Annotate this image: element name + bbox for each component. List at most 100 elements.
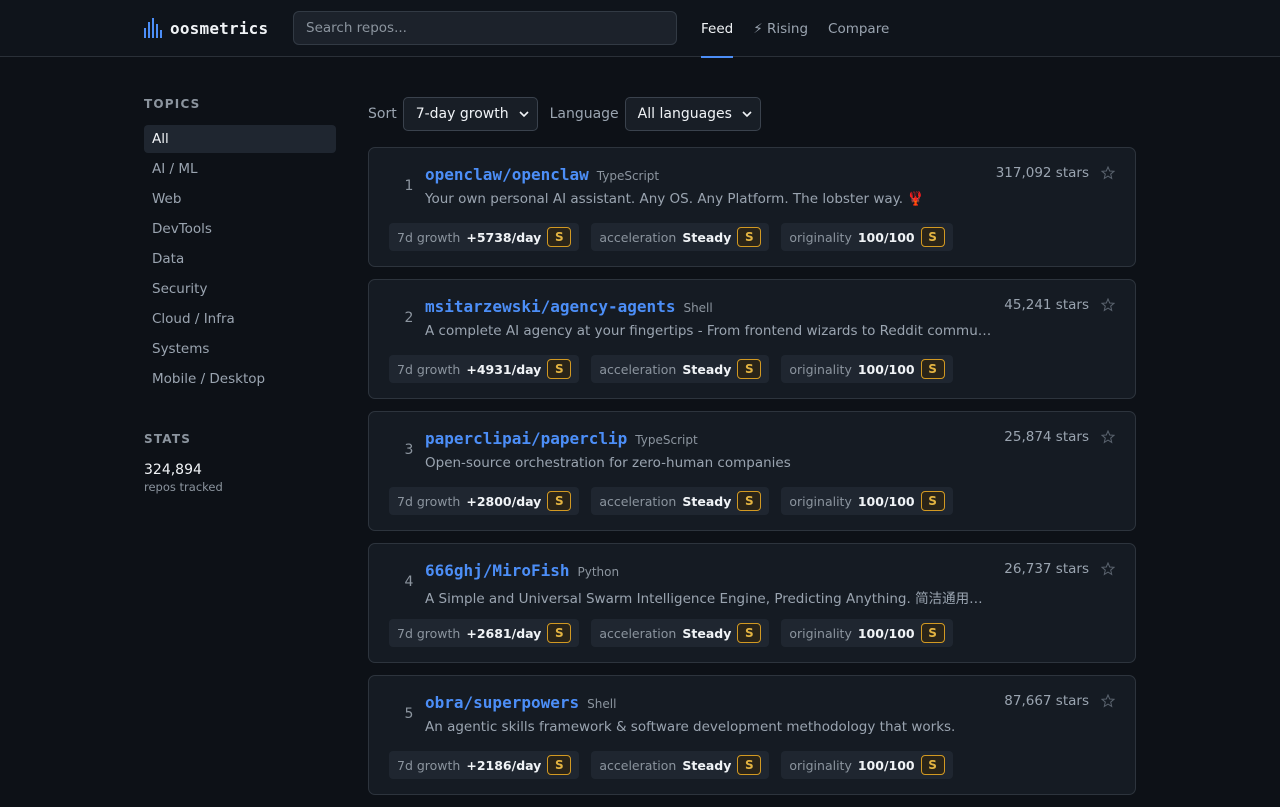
acceleration-value: Steady [682,229,732,245]
acceleration-label: acceleration [599,361,677,377]
growth-label: 7d growth [397,757,461,773]
originality-label: originality [789,625,852,641]
originality-metric: originality 100/100 S [781,223,953,251]
repo-language: TypeScript [635,433,698,447]
bar-chart-logo-icon [144,18,162,38]
repo-metrics: 7d growth +5738/day S acceleration Stead… [389,223,953,251]
repo-language: Shell [587,697,617,711]
acceleration-metric: acceleration Steady S [591,223,770,251]
language-select[interactable]: All languages [624,97,761,131]
repo-card: 5 obra/superpowers Shell An agentic skil… [368,675,1136,795]
repo-stars-row: 26,737 stars [1004,561,1115,577]
growth-grade-badge: S [547,623,572,643]
growth-value: +4931/day [466,361,542,377]
repo-rank: 5 [404,706,414,722]
star-icon[interactable] [1101,298,1115,312]
repo-card: 3 paperclipai/paperclip TypeScript Open-… [368,411,1136,531]
growth-value: +5738/day [466,229,542,245]
repo-language: Shell [683,301,713,315]
sort-label: Sort [368,106,397,122]
acceleration-label: acceleration [599,625,677,641]
originality-value: 100/100 [857,229,915,245]
repo-name-link[interactable]: obra/superpowers [425,693,579,712]
tab-rising[interactable]: ⚡ Rising [753,0,808,57]
logo-text: oosmetrics [170,18,269,38]
repo-stars-row: 45,241 stars [1004,297,1115,313]
star-icon[interactable] [1101,430,1115,444]
originality-metric: originality 100/100 S [781,487,953,515]
repo-title-row: paperclipai/paperclip TypeScript [425,429,698,448]
star-icon[interactable] [1101,694,1115,708]
acceleration-metric: acceleration Steady S [591,487,770,515]
originality-label: originality [789,229,852,245]
repo-stars-row: 87,667 stars [1004,693,1115,709]
chevron-down-icon [742,111,752,118]
search-input[interactable] [293,11,677,45]
topic-web[interactable]: Web [144,185,336,213]
acceleration-metric: acceleration Steady S [591,751,770,779]
growth-label: 7d growth [397,493,461,509]
growth-value: +2186/day [466,757,542,773]
growth-label: 7d growth [397,361,461,377]
repo-metrics: 7d growth +2800/day S acceleration Stead… [389,487,953,515]
topic-ai-ml[interactable]: AI / ML [144,155,336,183]
sort-select[interactable]: 7-day growth [402,97,538,131]
repos-tracked-label: repos tracked [144,480,223,494]
topic-systems[interactable]: Systems [144,335,336,363]
logo[interactable]: oosmetrics [144,16,268,40]
acceleration-grade-badge: S [737,359,762,379]
topic-data[interactable]: Data [144,245,336,273]
repo-metrics: 7d growth +2681/day S acceleration Stead… [389,619,953,647]
filter-bar: Sort 7-day growth Language All languages [368,97,773,131]
topics-heading: TOPICS [144,97,201,111]
star-icon[interactable] [1101,166,1115,180]
repo-title-row: openclaw/openclaw TypeScript [425,165,659,184]
star-icon[interactable] [1101,562,1115,576]
originality-label: originality [789,361,852,377]
repo-title-row: 666ghj/MiroFish Python [425,561,619,580]
topic-devtools[interactable]: DevTools [144,215,336,243]
repo-name-link[interactable]: 666ghj/MiroFish [425,561,570,580]
tab-feed[interactable]: Feed [701,0,734,58]
topic-all[interactable]: All [144,125,336,153]
acceleration-grade-badge: S [737,227,762,247]
growth-metric: 7d growth +2681/day S [389,619,580,647]
originality-grade-badge: S [920,623,945,643]
repo-rank: 3 [404,442,414,458]
repo-language: Python [577,565,620,579]
language-select-value: All languages [637,106,732,122]
originality-value: 100/100 [857,625,915,641]
repo-stars: 87,667 stars [1004,693,1089,709]
repo-name-link[interactable]: paperclipai/paperclip [425,429,627,448]
repo-description: An agentic skills framework & software d… [425,719,956,735]
stats-heading: STATS [144,432,192,446]
growth-metric: 7d growth +2800/day S [389,487,580,515]
repo-stars-row: 317,092 stars [996,165,1115,181]
growth-grade-badge: S [547,755,572,775]
growth-label: 7d growth [397,229,461,245]
acceleration-value: Steady [682,361,732,377]
topic-security[interactable]: Security [144,275,336,303]
repos-tracked-count: 324,894 [144,462,202,478]
topic-mobile-desktop[interactable]: Mobile / Desktop [144,365,336,393]
acceleration-metric: acceleration Steady S [591,619,770,647]
repo-name-link[interactable]: msitarzewski/agency-agents [425,297,675,316]
repo-rank: 4 [404,574,414,590]
acceleration-value: Steady [682,493,732,509]
growth-grade-badge: S [547,491,572,511]
topic-cloud-infra[interactable]: Cloud / Infra [144,305,336,333]
repo-name-link[interactable]: openclaw/openclaw [425,165,589,184]
growth-metric: 7d growth +4931/day S [389,355,580,383]
growth-metric: 7d growth +5738/day S [389,223,580,251]
repo-metrics: 7d growth +2186/day S acceleration Stead… [389,751,953,779]
repo-card: 2 msitarzewski/agency-agents Shell A com… [368,279,1136,399]
repo-metrics: 7d growth +4931/day S acceleration Stead… [389,355,953,383]
acceleration-label: acceleration [599,757,677,773]
originality-grade-badge: S [920,359,945,379]
tab-compare[interactable]: Compare [828,0,889,57]
growth-label: 7d growth [397,625,461,641]
repo-title-row: msitarzewski/agency-agents Shell [425,297,713,316]
repo-stars: 317,092 stars [995,165,1089,181]
repo-description: A complete AI agency at your fingertips … [425,323,995,339]
top-header: oosmetrics Feed ⚡ Rising Compare [0,0,1280,58]
